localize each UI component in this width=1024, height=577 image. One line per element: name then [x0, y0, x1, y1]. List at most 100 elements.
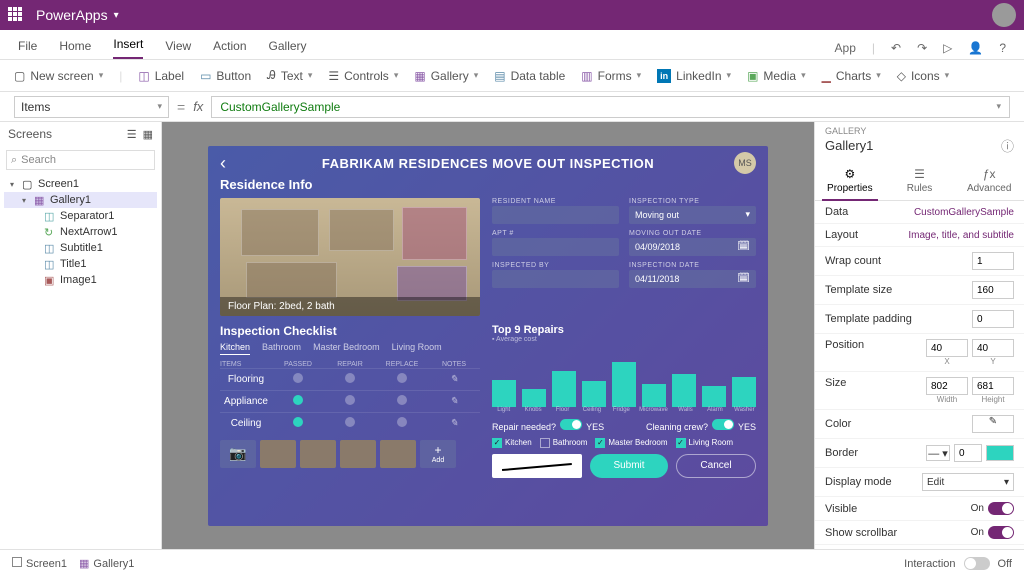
- submit-button[interactable]: Submit: [590, 454, 668, 478]
- room-check-kitchen[interactable]: ✓Kitchen: [492, 438, 532, 448]
- radio-passed[interactable]: [293, 395, 303, 405]
- room-check-living-room[interactable]: ✓Living Room: [676, 438, 733, 448]
- label-button[interactable]: ◫Label: [138, 69, 184, 83]
- canvas[interactable]: ‹ FABRIKAM RESIDENCES MOVE OUT INSPECTIO…: [162, 122, 814, 549]
- inspected-by-input[interactable]: [492, 270, 619, 288]
- play-icon[interactable]: ▷: [943, 41, 952, 55]
- edit-icon[interactable]: ✎: [450, 418, 458, 429]
- text-button[interactable]: ᎯText▾: [267, 68, 312, 83]
- photo-thumb[interactable]: [380, 440, 416, 468]
- menu-home[interactable]: Home: [59, 39, 91, 59]
- redo-icon[interactable]: ↷: [917, 41, 927, 55]
- inspection-date-input[interactable]: 04/11/2018🗓: [629, 270, 756, 288]
- radio-replace[interactable]: [397, 373, 407, 383]
- radio-replace[interactable]: [397, 417, 407, 427]
- tab-bathroom[interactable]: Bathroom: [262, 342, 301, 355]
- tree-screen1[interactable]: ▾▢Screen1: [4, 176, 157, 192]
- help-icon[interactable]: ?: [999, 41, 1006, 55]
- menu-gallery[interactable]: Gallery: [269, 39, 307, 59]
- undo-icon[interactable]: ↶: [891, 41, 901, 55]
- user-avatar[interactable]: [992, 3, 1016, 27]
- prop-tsize-input[interactable]: [972, 281, 1014, 299]
- tree-nextarrow1[interactable]: ↻NextArrow1: [4, 224, 157, 240]
- prop-border-style[interactable]: — ▾: [926, 445, 950, 461]
- property-dropdown[interactable]: Items▾: [14, 96, 169, 118]
- tab-kitchen[interactable]: Kitchen: [220, 342, 250, 355]
- linkedin-button[interactable]: inLinkedIn▾: [657, 69, 731, 83]
- waffle-icon[interactable]: [8, 7, 24, 23]
- camera-button[interactable]: 📷: [220, 440, 256, 468]
- moving-out-date-input[interactable]: 04/09/2018🗓: [629, 238, 756, 256]
- forms-button[interactable]: ▥Forms▾: [581, 69, 641, 83]
- radio-repair[interactable]: [345, 417, 355, 427]
- edit-icon[interactable]: ✎: [450, 374, 458, 385]
- prop-size-w[interactable]: [926, 377, 968, 395]
- room-check-bathroom[interactable]: Bathroom: [540, 438, 588, 448]
- prop-position-y[interactable]: [972, 339, 1014, 357]
- media-button[interactable]: ▣Media▾: [747, 69, 806, 83]
- tab-rules[interactable]: ☰Rules: [885, 161, 955, 200]
- resident-name-input[interactable]: [492, 206, 619, 224]
- tree-image1[interactable]: ▣Image1: [4, 272, 157, 288]
- radio-passed[interactable]: [293, 417, 303, 427]
- photo-thumb[interactable]: [260, 440, 296, 468]
- prop-wrap-input[interactable]: [972, 252, 1014, 270]
- prop-position-x[interactable]: [926, 339, 968, 357]
- tab-properties[interactable]: ⚙Properties: [815, 161, 885, 200]
- icons-button[interactable]: ◇Icons▾: [897, 69, 949, 83]
- new-screen-button[interactable]: ▢New screen▾: [14, 69, 103, 83]
- tree-grid-icon[interactable]: ▦: [143, 128, 153, 141]
- prop-color-picker[interactable]: ✎: [972, 415, 1014, 433]
- prop-border-color[interactable]: [986, 445, 1014, 461]
- tree-list-icon[interactable]: ☰: [127, 128, 137, 141]
- inspection-type-select[interactable]: Moving out▾: [629, 206, 756, 224]
- charts-button[interactable]: ▁Charts▾: [822, 69, 881, 83]
- interaction-toggle[interactable]: [964, 557, 990, 570]
- prop-scroll-toggle[interactable]: [988, 526, 1014, 539]
- tree-search-input[interactable]: ⌕Search: [6, 150, 155, 170]
- tree-subtitle1[interactable]: ◫Subtitle1: [4, 240, 157, 256]
- tab-advanced[interactable]: ƒxAdvanced: [954, 161, 1024, 200]
- floorplan-image[interactable]: Floor Plan: 2bed, 2 bath: [220, 198, 480, 316]
- add-photo-button[interactable]: +Add: [420, 440, 456, 468]
- preview-avatar[interactable]: MS: [734, 152, 756, 174]
- prop-visible-toggle[interactable]: [988, 502, 1014, 515]
- gallery-button[interactable]: ▦Gallery▾: [414, 69, 478, 83]
- apt-input[interactable]: [492, 238, 619, 256]
- status-screen[interactable]: Screen1: [12, 557, 67, 570]
- room-check-master-bedroom[interactable]: ✓Master Bedroom: [595, 438, 667, 448]
- prop-size-h[interactable]: [972, 377, 1014, 395]
- tree-separator1[interactable]: ◫Separator1: [4, 208, 157, 224]
- tab-master-bedroom[interactable]: Master Bedroom: [313, 342, 380, 355]
- tree-gallery1[interactable]: ▾▦Gallery1: [4, 192, 157, 208]
- prop-data-value[interactable]: CustomGallerySample: [914, 207, 1014, 218]
- signature-pad[interactable]: [492, 454, 582, 478]
- share-icon[interactable]: 👤: [968, 41, 983, 55]
- repair-needed-toggle[interactable]: [560, 419, 582, 430]
- formula-input[interactable]: CustomGallerySample▾: [211, 96, 1010, 118]
- menu-insert[interactable]: Insert: [113, 37, 143, 59]
- back-icon[interactable]: ‹: [220, 153, 226, 174]
- cleaning-crew-toggle[interactable]: [712, 419, 734, 430]
- photo-thumb[interactable]: [340, 440, 376, 468]
- prop-tpad-input[interactable]: [972, 310, 1014, 328]
- controls-button[interactable]: ☰Controls▾: [328, 69, 398, 83]
- menu-file[interactable]: File: [18, 39, 37, 59]
- edit-icon[interactable]: ✎: [450, 396, 458, 407]
- prop-dmode-select[interactable]: Edit▾: [922, 473, 1014, 491]
- info-icon[interactable]: ⓘ: [1001, 136, 1014, 155]
- prop-layout-value[interactable]: Image, title, and subtitle: [908, 230, 1014, 241]
- tab-living-room[interactable]: Living Room: [392, 342, 442, 355]
- status-gallery[interactable]: ▦Gallery1: [79, 557, 134, 570]
- app-dropdown[interactable]: App: [835, 41, 856, 55]
- radio-passed[interactable]: [293, 373, 303, 383]
- radio-replace[interactable]: [397, 395, 407, 405]
- radio-repair[interactable]: [345, 395, 355, 405]
- menu-view[interactable]: View: [165, 39, 191, 59]
- tree-title1[interactable]: ◫Title1: [4, 256, 157, 272]
- datatable-button[interactable]: ▤Data table: [494, 69, 565, 83]
- prop-border-width[interactable]: [954, 444, 982, 462]
- cancel-button[interactable]: Cancel: [676, 454, 756, 478]
- photo-thumb[interactable]: [300, 440, 336, 468]
- radio-repair[interactable]: [345, 373, 355, 383]
